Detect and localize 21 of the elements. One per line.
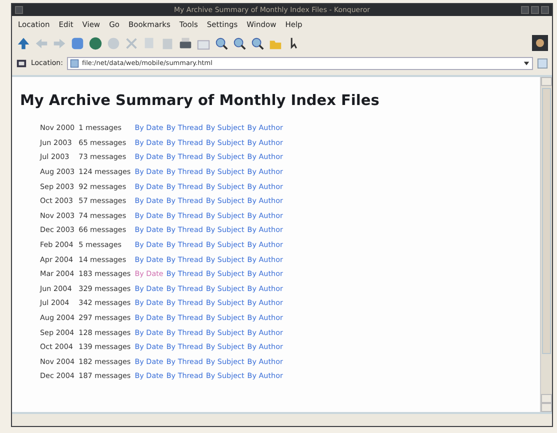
- go-icon[interactable]: [537, 58, 548, 68]
- minimize-icon[interactable]: [521, 6, 529, 14]
- globe-icon[interactable]: [88, 36, 103, 50]
- up-arrow-icon[interactable]: [16, 36, 31, 50]
- printer-icon[interactable]: [178, 36, 193, 50]
- scrollbar-thumb[interactable]: [542, 88, 551, 354]
- dropdown-caret-icon[interactable]: [523, 60, 530, 66]
- magnifier-icon[interactable]: [214, 36, 229, 50]
- clear-location-icon[interactable]: [16, 58, 27, 68]
- maximize-icon[interactable]: [531, 6, 539, 14]
- magnifier-icon[interactable]: [232, 36, 247, 50]
- magnifier-icon[interactable]: [250, 36, 265, 50]
- scrollbar[interactable]: [540, 77, 552, 412]
- file-icon: [70, 58, 79, 68]
- scissors-icon[interactable]: [124, 36, 139, 50]
- scroll-down-icon[interactable]: [541, 403, 552, 412]
- window-menu-icon[interactable]: [15, 6, 23, 14]
- scroll-up-icon[interactable]: [541, 394, 552, 403]
- scroll-up-icon[interactable]: [541, 77, 552, 86]
- page-heading: My Archive Summary of Monthly Index Files: [20, 93, 380, 109]
- close-icon[interactable]: [541, 6, 549, 14]
